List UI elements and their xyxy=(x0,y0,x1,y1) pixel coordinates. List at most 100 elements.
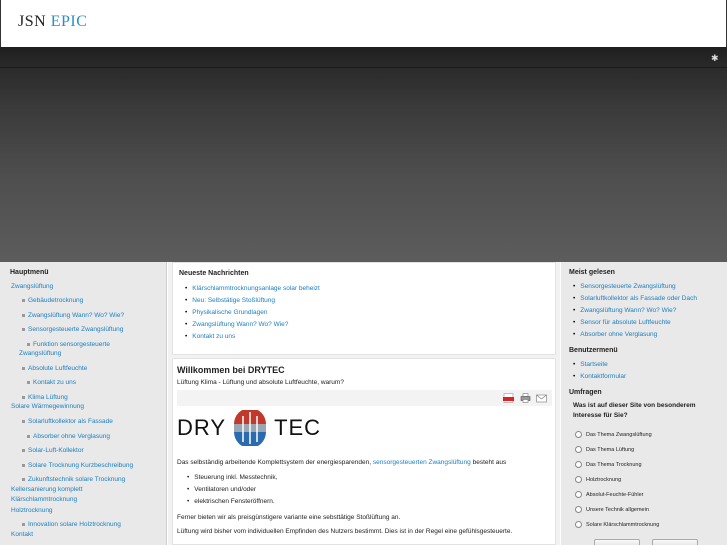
menu-zwangslueftung[interactable]: Zwangslüftung xyxy=(11,282,53,291)
list-item: Zwangslüftung Wann? Wo? Wie? xyxy=(573,305,719,317)
poll-title: Umfragen xyxy=(569,389,602,396)
radio-button[interactable] xyxy=(575,521,582,528)
house-icon xyxy=(234,410,267,446)
radio-button[interactable] xyxy=(575,491,582,498)
vote-button[interactable] xyxy=(594,539,640,545)
list-item: Physikalische Grundlagen xyxy=(185,307,549,319)
list-item: Kontakt zu uns xyxy=(185,331,549,343)
content-area: Neueste Nachrichten Klärschlammtrocknung… xyxy=(168,262,560,545)
sensor-link[interactable]: sensorgesteuerten Zwangslüftung xyxy=(373,459,471,466)
list-item: Neu: Selbstätige Stoßlüftung xyxy=(185,295,549,307)
menu-innovation-holztrocknung[interactable]: Innovation solare Holztrocknung xyxy=(22,520,121,529)
news-link[interactable]: Neu: Selbstätige Stoßlüftung xyxy=(192,297,275,304)
article-title: Willkommen bei DRYTEC xyxy=(177,365,285,375)
article-toolbar xyxy=(177,390,552,406)
poll-option[interactable]: Holztrocknung xyxy=(575,472,719,487)
usermenu-link[interactable]: Startseite xyxy=(580,361,607,368)
list-item: Absorber ohne Verglasung xyxy=(573,329,719,341)
banner: ✱ xyxy=(0,47,727,262)
news-link[interactable]: Physikalische Grundlagen xyxy=(192,309,267,316)
menu-absolute-luftfeuchte[interactable]: Absolute Luftfeuchte xyxy=(22,364,87,373)
popular-title: Meist gelesen xyxy=(569,269,615,276)
menu-sensorgesteuerte[interactable]: Sensorgesteuerte Zwangslüftung xyxy=(22,325,123,334)
poll-question: Was ist auf dieser Site von besonderem I… xyxy=(573,402,696,419)
menu-solarluftkollektor[interactable]: Solarluftkollektor als Fassade xyxy=(22,417,113,426)
poll-option-label: Unsere Technik allgemein xyxy=(586,506,649,513)
article-text: Das selbständig arbeitende Komplettsyste… xyxy=(177,459,373,466)
email-icon[interactable] xyxy=(536,393,547,403)
menu-kontakt[interactable]: Kontakt xyxy=(11,530,33,539)
menu-funktion-sensor-cont[interactable]: Zwangslüftung xyxy=(19,349,61,358)
list-item: elektrischen Fensteröffnern. xyxy=(187,496,551,508)
usermenu-link[interactable]: Kontaktformular xyxy=(580,373,626,380)
popular-link[interactable]: Solarluftkollektor als Fassade oder Dach xyxy=(580,295,697,302)
news-link[interactable]: Klärschlammtrocknungsanlage solar beheiz… xyxy=(192,285,320,292)
menu-holztrocknung[interactable]: Holztrocknung xyxy=(11,506,53,515)
news-link[interactable]: Kontakt zu uns xyxy=(192,333,235,340)
logo-epic: EPIC xyxy=(50,13,88,30)
news-link[interactable]: Zwangslüftung Wann? Wo? Wie? xyxy=(192,321,288,328)
drytec-logo-dry: DRY xyxy=(177,415,227,440)
main-menu: Hauptmenü Zwangslüftung Gebäudetrocknung… xyxy=(0,262,167,545)
article-paragraph: Das selbständig arbeitende Komplettsyste… xyxy=(177,458,551,467)
radio-button[interactable] xyxy=(575,446,582,453)
drytec-logo-tec: TEC xyxy=(274,415,322,440)
menu-zwangslueftung-wann[interactable]: Zwangslüftung Wann? Wo? Wie? xyxy=(22,311,124,320)
poll-option-label: Holztrocknung xyxy=(586,476,622,483)
article-paragraph: Lüftung wird bisher vom individuellen Em… xyxy=(177,528,513,535)
article-paragraph: Ferner bieten wir als preisgünstigere va… xyxy=(177,514,401,521)
latest-news-title: Neueste Nachrichten xyxy=(179,270,249,277)
list-item: Ventilatoren und/oder xyxy=(187,484,551,496)
list-item: Sensor für absolute Luftfeuchte xyxy=(573,317,719,329)
radio-button[interactable] xyxy=(575,506,582,513)
menu-gebaeudetrocknung[interactable]: Gebäudetrocknung xyxy=(22,296,83,305)
poll-option[interactable]: Absolut-Feuchte-Fühler xyxy=(575,487,719,502)
drytec-logo: DRY TEC xyxy=(177,410,551,446)
poll-option-label: Solare Klärschlammtrocknung xyxy=(586,521,660,528)
poll-option-label: Das Thema Lüftung xyxy=(586,446,635,453)
radio-button[interactable] xyxy=(575,431,582,438)
list-item: Klärschlammtrocknungsanlage solar beheiz… xyxy=(185,283,549,295)
list-item: Zwangslüftung Wann? Wo? Wie? xyxy=(185,319,549,331)
poll-option[interactable]: Solare Klärschlammtrocknung xyxy=(575,517,719,532)
menu-klaerschlammtrocknung[interactable]: Klärschlammtrocknung xyxy=(11,495,77,504)
popular-link[interactable]: Absorber ohne Verglasung xyxy=(580,331,657,338)
poll-option[interactable]: Unsere Technik allgemein xyxy=(575,502,719,517)
menu-solare-trocknung[interactable]: Solare Trocknung Kurzbeschreibung xyxy=(22,461,133,470)
menu-absorber[interactable]: Absorber ohne Verglasung xyxy=(27,432,110,441)
latest-news: Neueste Nachrichten Klärschlammtrocknung… xyxy=(172,262,556,355)
poll-option[interactable]: Das Thema Trocknung xyxy=(575,457,719,472)
radio-button[interactable] xyxy=(575,476,582,483)
poll-option-label: Das Thema Zwangslüftung xyxy=(586,431,652,438)
poll-option-label: Das Thema Trocknung xyxy=(586,461,642,468)
menu-kontakt-zu-uns[interactable]: Kontakt zu uns xyxy=(27,378,76,387)
list-item: Startseite xyxy=(573,359,719,371)
banner-divider xyxy=(0,67,727,68)
poll-option[interactable]: Das Thema Lüftung xyxy=(575,442,719,457)
list-item: Steuerung inkl. Messtechnik, xyxy=(187,472,551,484)
list-item: Kontaktformular xyxy=(573,371,719,383)
menu-solar-luft-kollektor[interactable]: Solar-Luft-Kollektor xyxy=(22,446,84,455)
radio-button[interactable] xyxy=(575,461,582,468)
list-item: Solarluftkollektor als Fassade oder Dach xyxy=(573,293,719,305)
gear-icon[interactable]: ✱ xyxy=(711,54,719,63)
menu-funktion-sensor[interactable]: Funktion sensorgesteuerte xyxy=(27,340,110,349)
results-button[interactable] xyxy=(652,539,698,545)
menu-solare-waermegewinnung[interactable]: Solare Wärmegewinnung xyxy=(11,402,84,411)
logo-jsn: JSN xyxy=(18,13,47,30)
site-logo[interactable]: JSN EPIC xyxy=(18,13,87,31)
top-header: JSN EPIC xyxy=(0,0,727,47)
right-sidebar: Meist gelesen Sensorgesteuerte Zwangslüf… xyxy=(561,262,727,545)
menu-zukunftstechnik[interactable]: Zukunftstechnik solare Trocknung xyxy=(22,475,125,484)
popular-link[interactable]: Zwangslüftung Wann? Wo? Wie? xyxy=(580,307,676,314)
popular-link[interactable]: Sensor für absolute Luftfeuchte xyxy=(580,319,670,326)
menu-klima-lueftung[interactable]: Klima Lüftung xyxy=(22,393,68,402)
article-text: besteht aus xyxy=(470,459,507,466)
pdf-icon[interactable] xyxy=(503,393,514,403)
article: Willkommen bei DRYTEC Lüftung Klima - Lü… xyxy=(172,358,556,545)
poll-option[interactable]: Das Thema Zwangslüftung xyxy=(575,427,719,442)
print-icon[interactable] xyxy=(520,393,531,403)
menu-kellersanierung[interactable]: Kellersanierung komplett xyxy=(11,485,83,494)
popular-link[interactable]: Sensorgesteuerte Zwangslüftung xyxy=(580,283,675,290)
list-item: Sensorgesteuerte Zwangslüftung xyxy=(573,281,719,293)
